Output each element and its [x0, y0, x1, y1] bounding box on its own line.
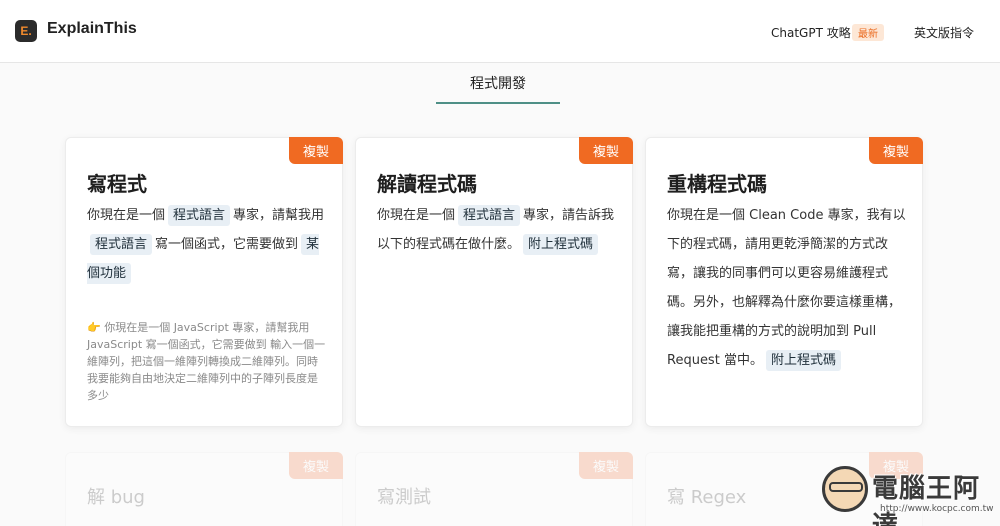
copy-button[interactable]: 複製	[579, 137, 633, 164]
copy-button[interactable]: 複製	[869, 137, 923, 164]
placeholder-chip: 程式語言	[168, 205, 231, 226]
placeholder-chip: 程式語言	[90, 234, 153, 255]
top-header: E. ExplainThis ChatGPT 攻略 最新 英文版指令	[0, 0, 1000, 63]
card-prompt-text: 你現在是一個 程式語言 專家，請告訴我以下的程式碼在做什麼。 附上程式碼	[377, 201, 617, 259]
nav-english-prompts[interactable]: 英文版指令	[914, 24, 974, 41]
placeholder-chip: 附上程式碼	[523, 234, 599, 255]
card-title: 寫 Regex	[667, 487, 747, 508]
prompt-card-write-tests: 複製 寫測試	[355, 452, 633, 526]
card-title: 重構程式碼	[667, 172, 767, 196]
prompt-card-fix-bug: 複製 解 bug	[65, 452, 343, 526]
watermark-url: http://www.kocpc.com.tw	[880, 504, 994, 514]
card-title: 寫程式	[87, 172, 147, 196]
copy-button[interactable]: 複製	[579, 452, 633, 479]
copy-button[interactable]: 複製	[289, 137, 343, 164]
prompt-text-segment: 你現在是一個 Clean Code 專家，我有以下的程式碼，請用更乾淨簡潔的方式…	[667, 208, 906, 368]
logo-icon[interactable]: E.	[15, 20, 37, 42]
nav-chatgpt-guide[interactable]: ChatGPT 攻略	[771, 24, 851, 41]
placeholder-chip: 附上程式碼	[765, 350, 841, 371]
prompt-text-segment: 專家，請幫我用	[233, 208, 325, 223]
site-watermark: 電腦王阿達 http://www.kocpc.com.tw	[820, 464, 995, 526]
prompt-text-segment: 你現在是一個	[87, 208, 166, 223]
card-prompt-text: 你現在是一個 Clean Code 專家，我有以下的程式碼，請用更乾淨簡潔的方式…	[667, 201, 907, 375]
card-prompt-text: 你現在是一個 程式語言 專家，請幫我用程式語言 寫一個函式，它需要做到 某個功能	[87, 201, 327, 288]
prompt-card-read-code: 複製 解讀程式碼 你現在是一個 程式語言 專家，請告訴我以下的程式碼在做什麼。 附上程…	[355, 137, 633, 427]
brand-name[interactable]: ExplainThis	[47, 20, 137, 38]
copy-button[interactable]: 複製	[289, 452, 343, 479]
card-title: 寫測試	[377, 487, 431, 508]
new-badge: 最新	[852, 24, 884, 41]
card-title: 解讀程式碼	[377, 172, 477, 196]
card-example-text: 👉 你現在是一個 JavaScript 專家，請幫我用 JavaScript 寫…	[87, 321, 326, 402]
watermark-text: 電腦王阿達	[872, 474, 981, 526]
card-title: 解 bug	[87, 487, 145, 508]
prompt-text-segment: 寫一個函式，它需要做到	[155, 237, 299, 252]
tab-programming[interactable]: 程式開發	[436, 63, 560, 104]
glasses-icon	[829, 482, 863, 492]
prompt-card-write-code: 複製 寫程式 你現在是一個 程式語言 專家，請幫我用程式語言 寫一個函式，它需要做到某…	[65, 137, 343, 427]
prompt-text-segment: 你現在是一個	[377, 208, 456, 223]
prompt-card-refactor-code: 複製 重構程式碼 你現在是一個 Clean Code 專家，我有以下的程式碼，請…	[645, 137, 923, 427]
placeholder-chip: 程式語言	[458, 205, 521, 226]
